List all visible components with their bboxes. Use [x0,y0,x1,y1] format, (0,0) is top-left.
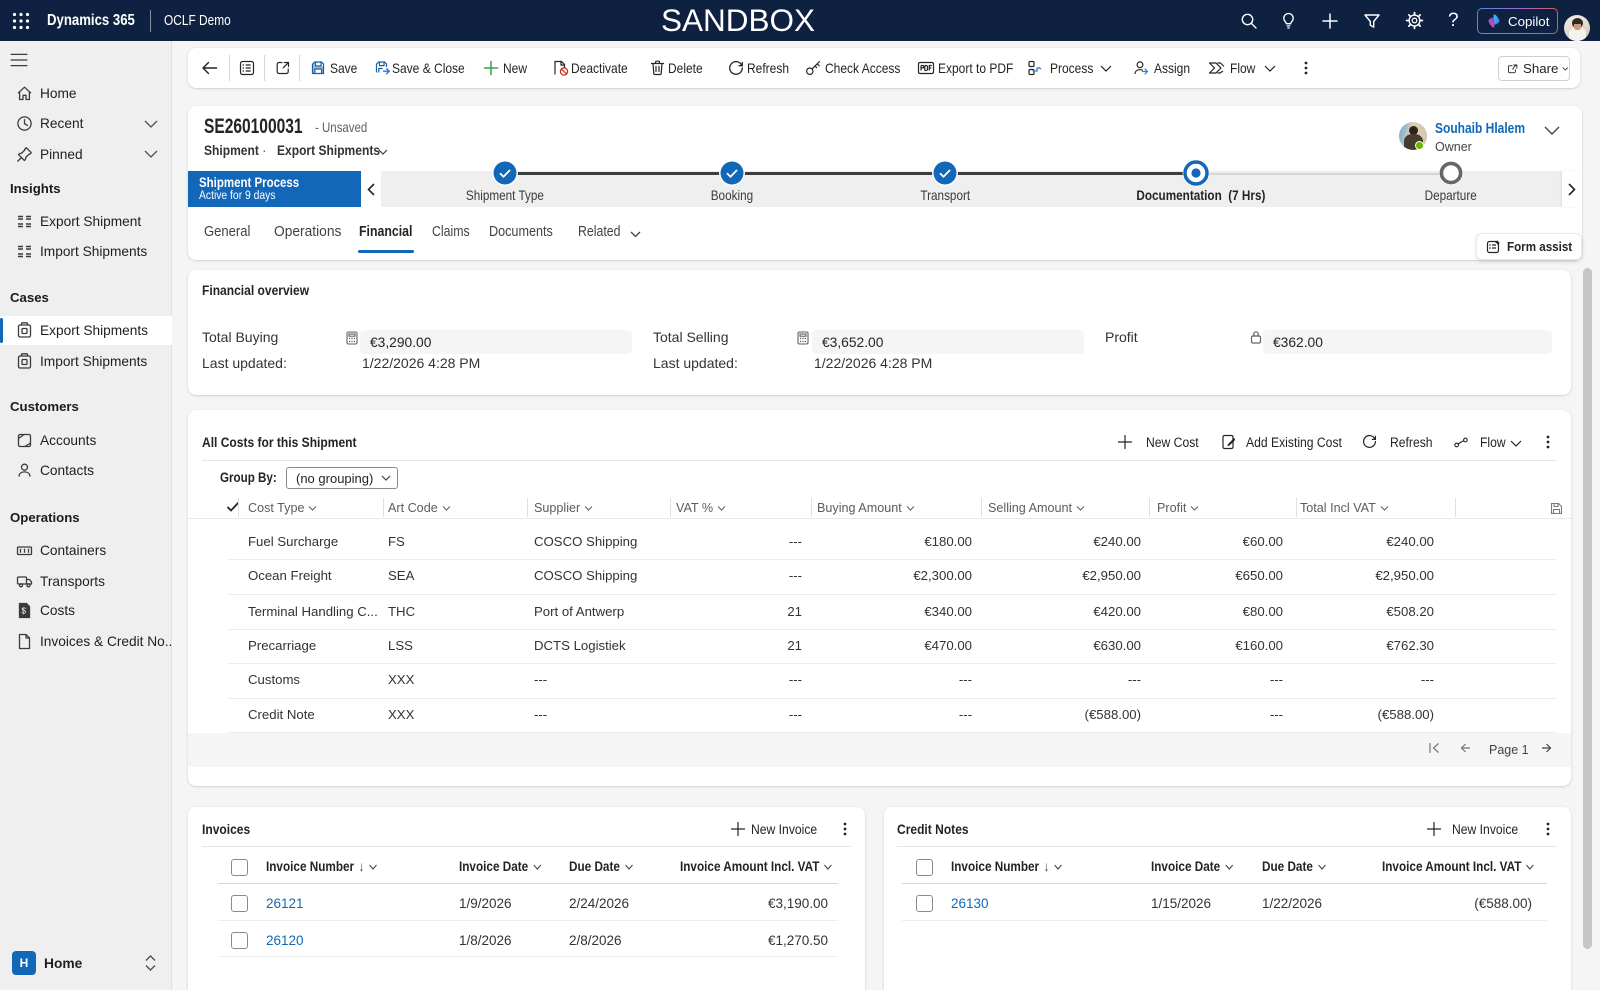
svg-text:$: $ [22,607,27,616]
